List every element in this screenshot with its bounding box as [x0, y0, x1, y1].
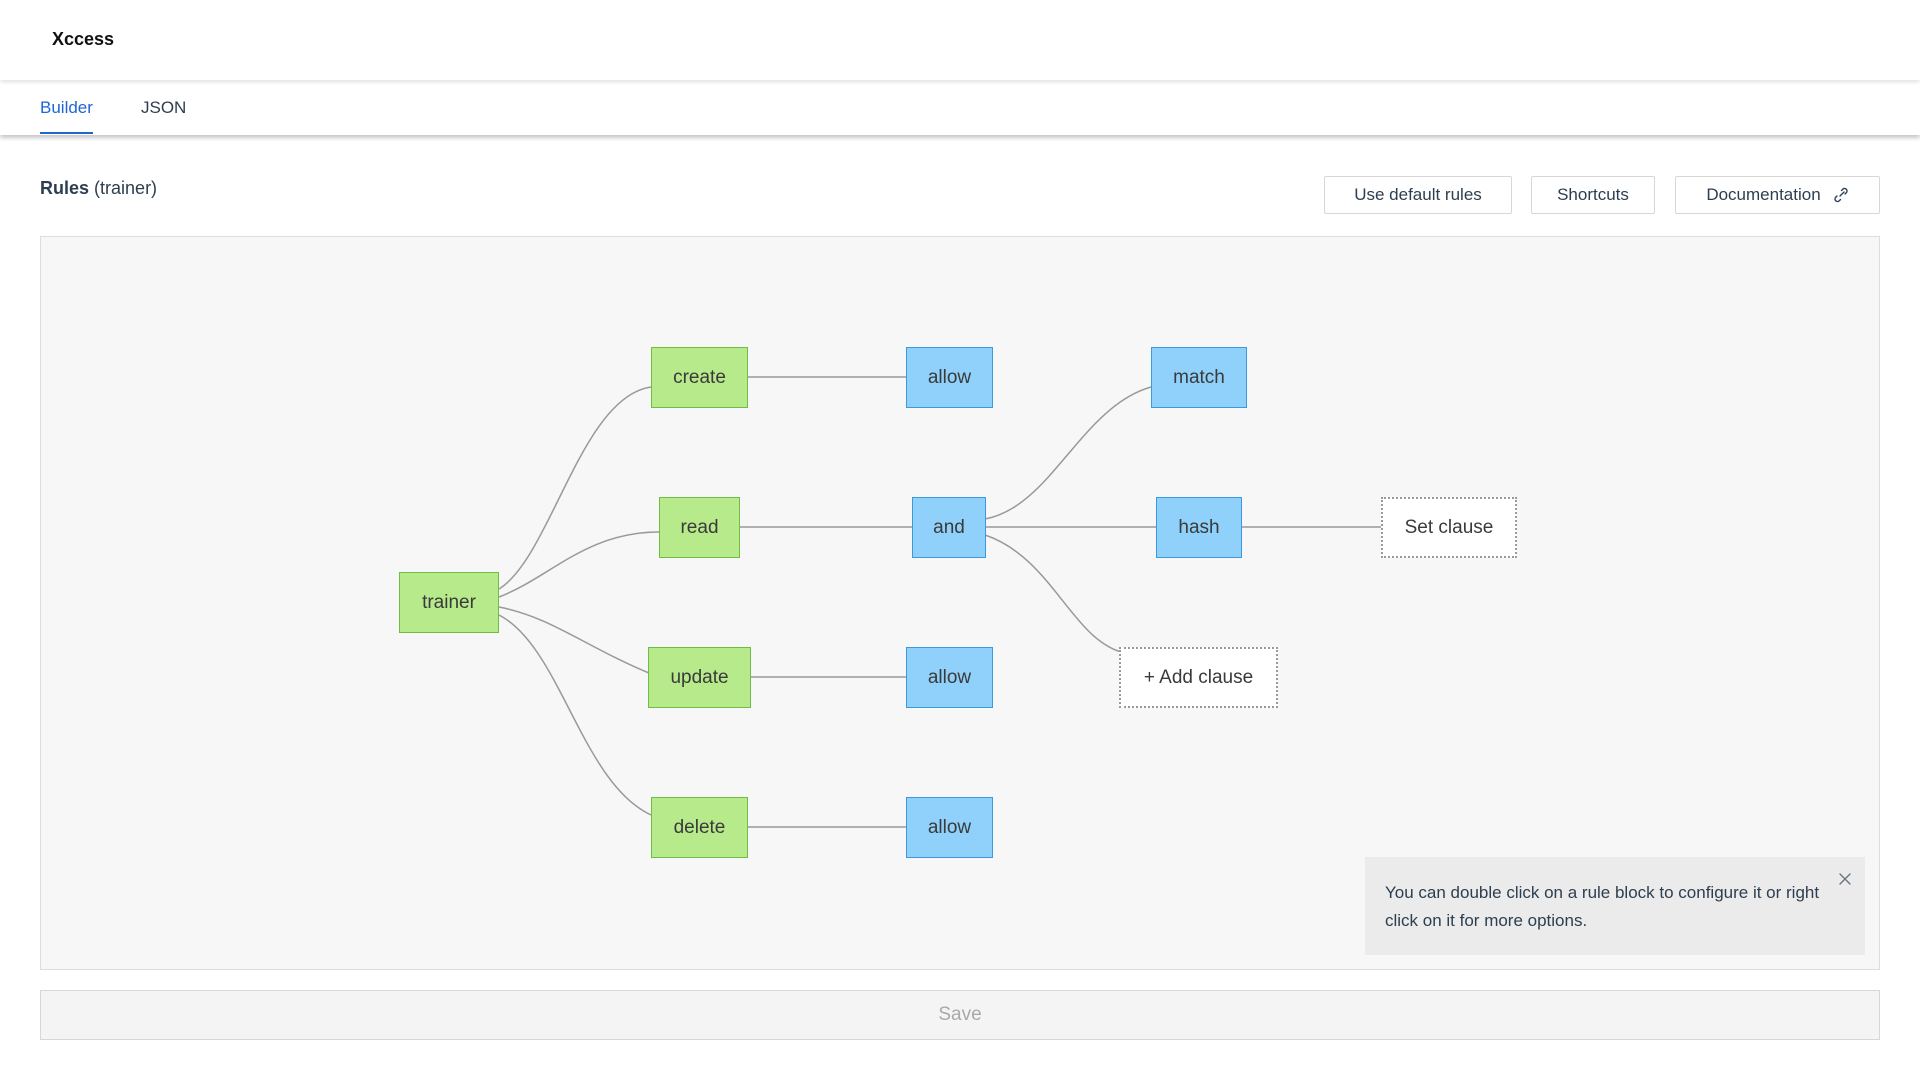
app-title: Xccess: [52, 29, 115, 49]
app-header: Xccess: [0, 0, 1920, 80]
rules-title: Rules: [40, 178, 90, 198]
add-clause-node[interactable]: + Add clause: [1119, 647, 1278, 708]
rule-node-delete-allow[interactable]: allow: [906, 797, 993, 858]
rule-node-delete[interactable]: delete: [651, 797, 748, 858]
use-default-rules-button[interactable]: Use default rules: [1324, 176, 1512, 214]
hint-panel: You can double click on a rule block to …: [1365, 857, 1865, 955]
rule-builder-canvas[interactable]: trainer create read update delete allow …: [40, 236, 1880, 970]
rule-node-and[interactable]: and: [912, 497, 986, 558]
save-button[interactable]: Save: [40, 990, 1880, 1040]
tab-builder[interactable]: Builder: [40, 98, 93, 134]
rule-node-read[interactable]: read: [659, 497, 740, 558]
tab-json[interactable]: JSON: [141, 98, 186, 132]
rule-node-create-allow[interactable]: allow: [906, 347, 993, 408]
edge-trainer-update: [498, 606, 650, 674]
rule-node-create[interactable]: create: [651, 347, 748, 408]
edge-trainer-create: [498, 386, 652, 590]
rule-node-match[interactable]: match: [1151, 347, 1247, 408]
rules-heading: Rules (trainer): [40, 178, 157, 199]
save-label: Save: [938, 1004, 982, 1025]
shortcuts-button[interactable]: Shortcuts: [1531, 176, 1655, 214]
external-link-icon: [1834, 187, 1848, 203]
edge-trainer-delete: [498, 614, 652, 816]
documentation-button[interactable]: Documentation: [1675, 176, 1880, 214]
rules-role: (trainer): [94, 178, 158, 198]
rule-node-update-allow[interactable]: allow: [906, 647, 993, 708]
edge-and-add-clause: [984, 534, 1122, 653]
rule-node-update[interactable]: update: [648, 647, 751, 708]
rule-node-trainer[interactable]: trainer: [399, 572, 499, 633]
rule-node-hash[interactable]: hash: [1156, 497, 1242, 558]
shortcuts-label: Shortcuts: [1557, 185, 1629, 204]
use-default-rules-label: Use default rules: [1354, 185, 1482, 204]
close-icon[interactable]: [1837, 871, 1853, 887]
tab-bar: Builder JSON: [0, 80, 1920, 135]
hint-text: You can double click on a rule block to …: [1385, 883, 1820, 930]
set-clause-node[interactable]: Set clause: [1381, 497, 1517, 558]
documentation-label: Documentation: [1706, 185, 1821, 204]
edge-and-match: [984, 386, 1152, 520]
